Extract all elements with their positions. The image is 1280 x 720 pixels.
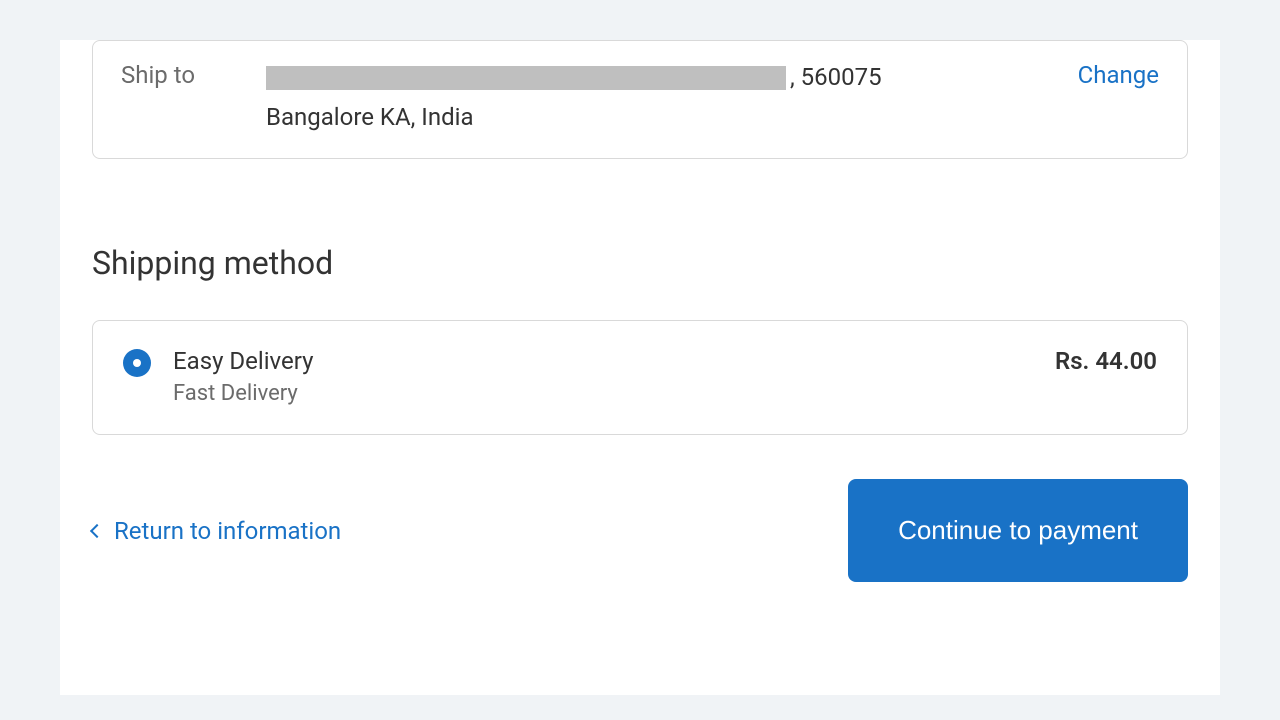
- shipping-method-heading: Shipping method: [92, 244, 1188, 282]
- footer-nav: Return to information Continue to paymen…: [92, 479, 1188, 582]
- postal-code: , 560075: [790, 61, 882, 95]
- radio-selected-icon[interactable]: [123, 349, 151, 377]
- change-ship-to-link[interactable]: Change: [1078, 61, 1159, 89]
- shipping-option-price: Rs. 44.00: [1055, 347, 1157, 375]
- return-to-information-link[interactable]: Return to information: [92, 517, 341, 545]
- chevron-left-icon: [90, 524, 104, 538]
- address-city-line: Bangalore KA, India: [266, 101, 1038, 135]
- shipping-option[interactable]: Easy Delivery Fast Delivery Rs. 44.00: [92, 320, 1188, 435]
- continue-to-payment-button[interactable]: Continue to payment: [848, 479, 1188, 582]
- shipping-option-subtitle: Fast Delivery: [173, 381, 1033, 406]
- return-link-label: Return to information: [114, 517, 341, 545]
- ship-to-content: , 560075 Bangalore KA, India: [266, 61, 1038, 134]
- ship-to-row: Ship to , 560075 Bangalore KA, India Cha…: [93, 41, 1187, 158]
- review-block: Ship to , 560075 Bangalore KA, India Cha…: [92, 40, 1188, 159]
- shipping-option-text: Easy Delivery Fast Delivery: [173, 347, 1033, 406]
- shipping-option-title: Easy Delivery: [173, 347, 1033, 375]
- ship-to-label: Ship to: [121, 61, 246, 89]
- checkout-panel: Ship to , 560075 Bangalore KA, India Cha…: [60, 40, 1220, 695]
- address-redacted: [266, 66, 786, 90]
